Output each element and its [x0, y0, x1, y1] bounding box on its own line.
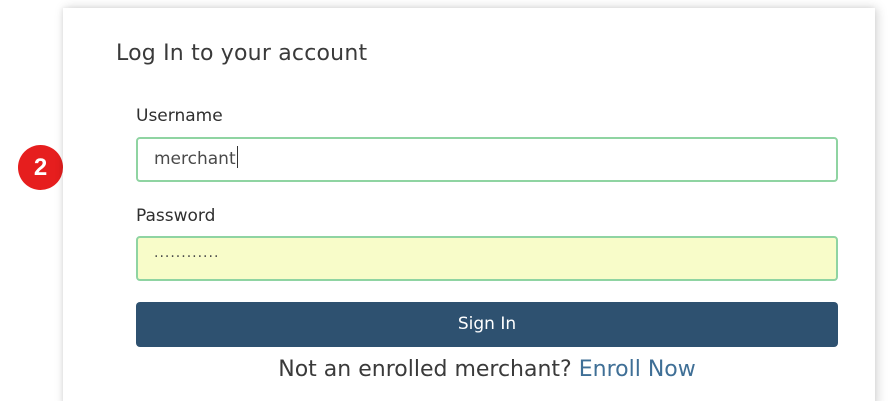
enroll-now-link[interactable]: Enroll Now	[579, 357, 696, 382]
password-input[interactable]: ············	[136, 236, 838, 281]
page: 2 Log In to your account Username mercha…	[0, 0, 896, 401]
username-value: merchant	[154, 149, 236, 169]
password-masked-value: ············	[154, 249, 220, 265]
text-cursor	[236, 146, 238, 168]
sign-in-label: Sign In	[457, 314, 517, 334]
step-number-badge: 2	[18, 145, 63, 190]
password-label: Password	[136, 206, 216, 226]
username-label: Username	[136, 106, 223, 126]
enroll-prompt: Not an enrolled merchant? Enroll Now	[136, 357, 838, 382]
enroll-prompt-text: Not an enrolled merchant?	[278, 357, 572, 382]
sign-in-button[interactable]: Sign In	[136, 302, 838, 347]
login-card: Log In to your account Username merchant…	[63, 8, 875, 401]
username-input[interactable]: merchant	[136, 137, 838, 182]
page-title: Log In to your account	[116, 41, 368, 66]
